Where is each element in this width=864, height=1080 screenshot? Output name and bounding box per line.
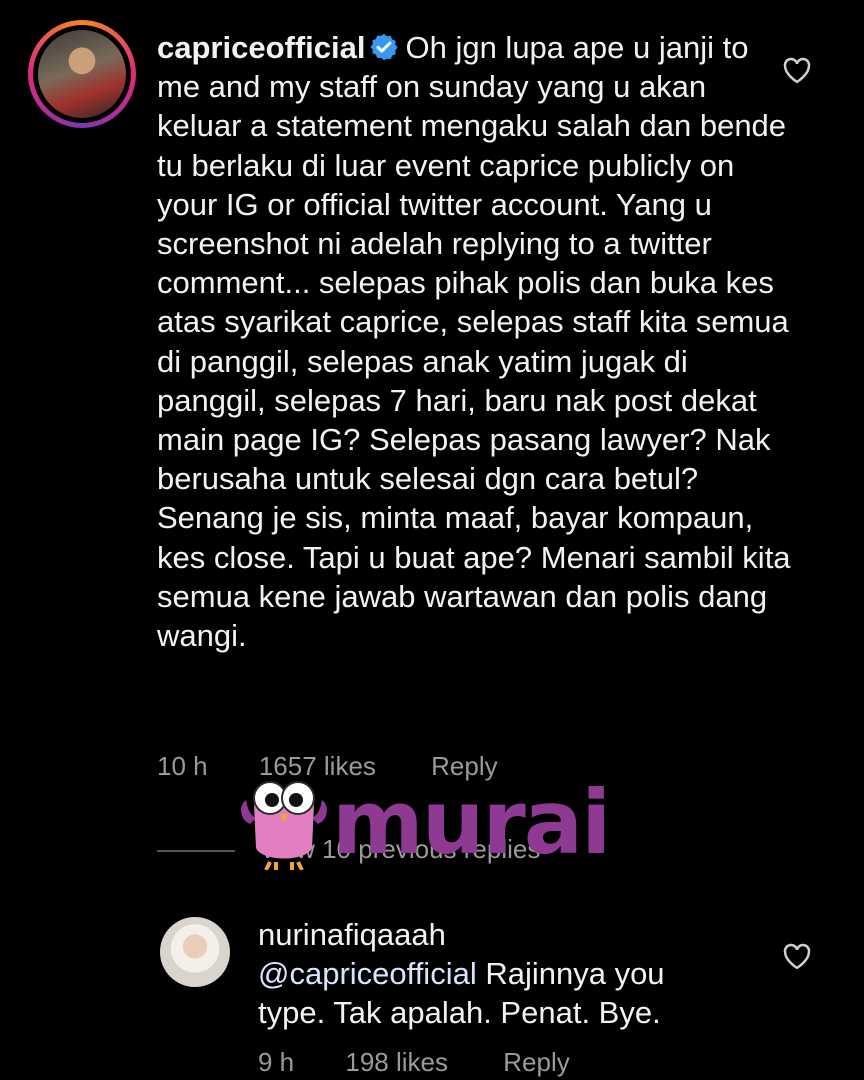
bird-mascot-icon bbox=[241, 781, 327, 871]
mention-link[interactable]: @capriceofficial bbox=[258, 956, 477, 991]
comment-time: 9 h bbox=[258, 1047, 295, 1077]
comment-likes[interactable]: 198 likes bbox=[345, 1047, 448, 1078]
reply-button[interactable]: Reply bbox=[503, 1047, 569, 1078]
comment-username[interactable]: nurinafiqaaah bbox=[258, 915, 738, 954]
comment-text: Oh jgn lupa ape u janji to me and my sta… bbox=[157, 30, 791, 654]
comment-body: capriceofficial Oh jgn lupa ape u janji t… bbox=[157, 28, 797, 655]
comment-meta: 9 h 198 likes Reply bbox=[258, 1047, 570, 1078]
comment-time: 10 h bbox=[157, 751, 208, 781]
heart-outline-icon[interactable] bbox=[782, 56, 812, 84]
comment-body: nurinafiqaaah @capriceofficial Rajinnya … bbox=[258, 915, 738, 1033]
avatar[interactable] bbox=[160, 917, 230, 987]
comment-capriceofficial: capriceofficial Oh jgn lupa ape u janji t… bbox=[0, 0, 864, 790]
avatar-story-ring[interactable] bbox=[28, 20, 136, 128]
avatar[interactable] bbox=[38, 30, 126, 118]
divider-line bbox=[157, 850, 235, 852]
watermark-text: murai bbox=[332, 771, 611, 874]
heart-outline-icon[interactable] bbox=[782, 942, 812, 970]
verified-badge-icon bbox=[370, 33, 399, 61]
comment-username[interactable]: capriceofficial bbox=[157, 30, 365, 65]
comment-nurinafiqaaah: nurinafiqaaah @capriceofficial Rajinnya … bbox=[0, 905, 864, 1080]
watermark-logo: murai bbox=[236, 770, 611, 871]
